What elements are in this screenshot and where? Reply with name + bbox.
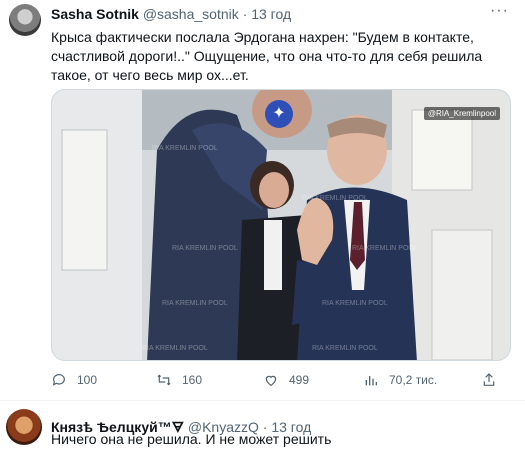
action-bar: 100 160 499 70,2 тис.	[51, 372, 506, 392]
retweet-button[interactable]: 160	[156, 372, 202, 388]
svg-text:RIA KREMLIN POOL: RIA KREMLIN POOL	[162, 300, 228, 307]
avatar[interactable]	[9, 4, 41, 36]
photo-illustration: RIA KREMLIN POOL RIA KREMLIN POOL RIA KR…	[52, 90, 510, 360]
retweet-count: 160	[182, 373, 203, 387]
like-button[interactable]: 499	[263, 372, 309, 388]
view-count: 70,2 тис.	[389, 373, 438, 387]
tweet-media[interactable]: RIA KREMLIN POOL RIA KREMLIN POOL RIA KR…	[51, 89, 511, 361]
divider	[0, 400, 525, 401]
more-options-icon[interactable]: ···	[490, 2, 509, 20]
svg-text:RIA KREMLIN POOL: RIA KREMLIN POOL	[322, 300, 388, 307]
avatar[interactable]	[6, 409, 42, 445]
svg-text:RIA KREMLIN POOL: RIA KREMLIN POOL	[352, 245, 418, 252]
share-button[interactable]	[481, 372, 497, 388]
svg-text:RIA KREMLIN POOL: RIA KREMLIN POOL	[152, 145, 218, 152]
handle[interactable]: @sasha_sotnik	[143, 6, 239, 22]
heart-icon	[265, 375, 277, 387]
retweet-icon	[157, 374, 171, 386]
sparkle-icon[interactable]: ✦	[265, 100, 293, 128]
reply-button[interactable]: 100	[51, 372, 97, 388]
media-watermark: @RIA_Kremlinpool	[423, 107, 500, 120]
tweet-header: Sasha Sotnik @sasha_sotnik · 13 год	[51, 6, 291, 22]
like-count: 499	[289, 373, 310, 387]
tweet-text: Крыса фактически послала Эрдогана нахрен…	[51, 29, 483, 83]
svg-text:RIA KREMLIN POOL: RIA KREMLIN POOL	[312, 345, 378, 352]
svg-text:RIA KREMLIN POOL: RIA KREMLIN POOL	[302, 195, 368, 202]
separator: ·	[242, 6, 248, 22]
reply-count: 100	[77, 373, 98, 387]
svg-text:RIA KREMLIN POOL: RIA KREMLIN POOL	[172, 245, 238, 252]
svg-text:RIA KREMLIN POOL: RIA KREMLIN POOL	[142, 345, 208, 352]
timestamp[interactable]: 13 год	[251, 6, 291, 22]
share-icon	[483, 373, 495, 386]
reply-icon	[52, 374, 65, 386]
display-name[interactable]: Sasha Sotnik	[51, 6, 139, 22]
analytics-icon	[365, 376, 377, 386]
tweet-text: Ничего она не решила. И не может решить	[51, 431, 332, 447]
views-button[interactable]: 70,2 тис.	[363, 372, 437, 388]
